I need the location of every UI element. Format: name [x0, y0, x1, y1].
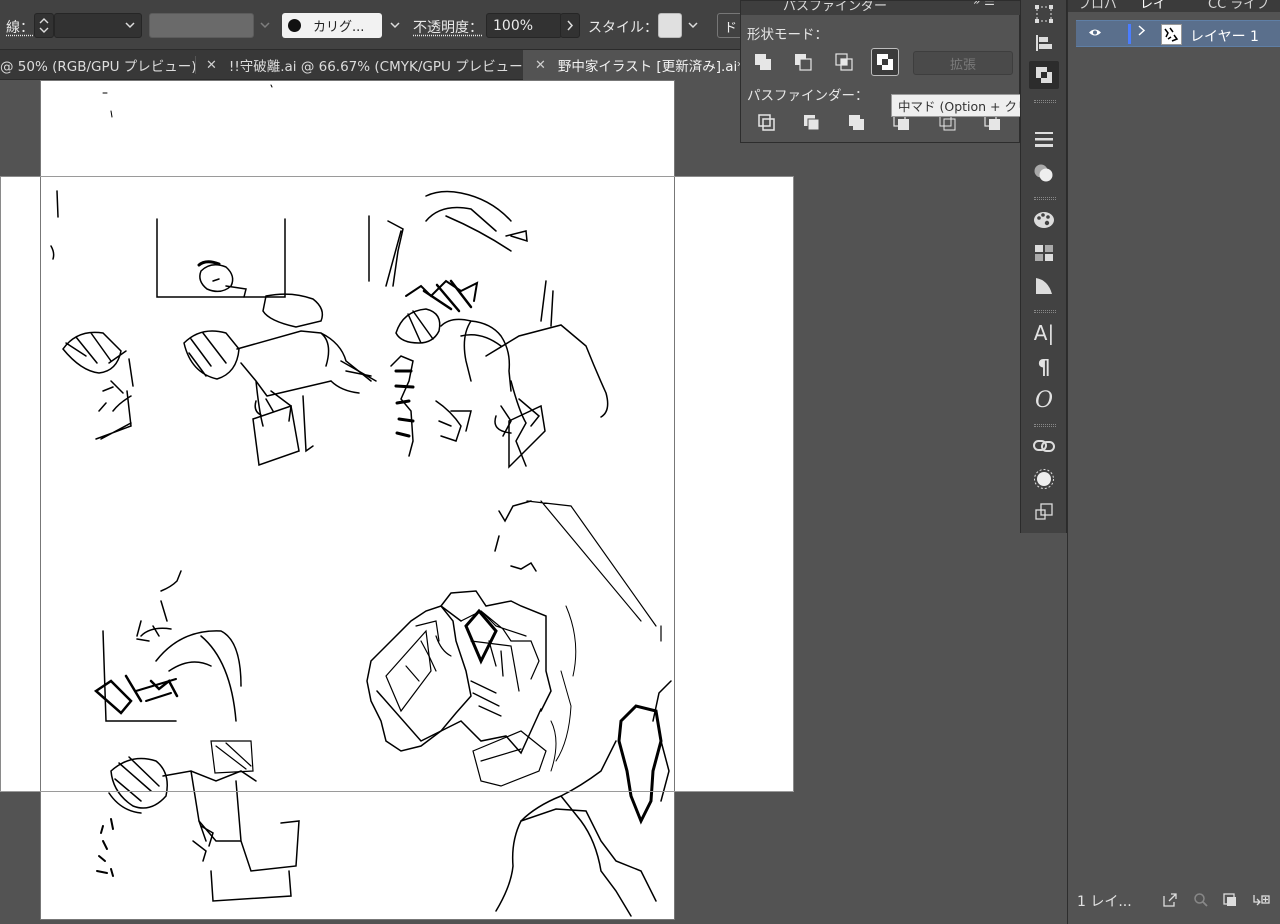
tab-document-1[interactable]: @ 50% (RGB/GPU プレビュー): [0, 50, 195, 80]
swatches-icon[interactable]: [1029, 239, 1059, 267]
layers-footer: 1 レイ...: [1068, 886, 1280, 916]
dock-grip[interactable]: [1034, 424, 1056, 427]
transparency-icon[interactable]: [1029, 159, 1059, 187]
dock-grip[interactable]: [1034, 310, 1056, 313]
tab-label: !!守破離.ai @ 66.67% (CMYK/GPU プレビュー): [229, 55, 528, 75]
expand-button[interactable]: 拡張: [913, 51, 1013, 75]
layer-color-indicator: [1128, 24, 1131, 44]
opentype-icon[interactable]: O: [1029, 386, 1059, 414]
pathfinder-icon[interactable]: [1029, 61, 1059, 89]
dock-grip[interactable]: [1034, 100, 1056, 103]
align-icon[interactable]: [1029, 29, 1059, 57]
minus-front-button[interactable]: [789, 48, 817, 76]
merge-button[interactable]: [843, 109, 871, 137]
appearance-icon[interactable]: [1029, 465, 1059, 493]
make-clipping-mask-icon[interactable]: [1222, 892, 1240, 908]
brush-dot-icon: [288, 19, 301, 32]
trim-button[interactable]: [798, 109, 826, 137]
shape-modes-label: 形状モード：: [747, 23, 828, 43]
sketch-artwork: [41, 81, 675, 920]
chevron-down-icon[interactable]: [120, 13, 140, 38]
export-icon[interactable]: [1162, 892, 1180, 908]
chevron-right-icon[interactable]: [1138, 25, 1146, 40]
close-icon[interactable]: ✕: [206, 58, 217, 73]
links-icon[interactable]: [1029, 432, 1059, 460]
tab-label: 野中家イラスト [更新済み].ai* @: [558, 55, 762, 75]
dock-grip[interactable]: [1034, 197, 1056, 200]
layer-thumbnail: [1161, 24, 1182, 45]
search-icon[interactable]: [1193, 892, 1211, 908]
stroke-label[interactable]: 線：: [6, 17, 34, 37]
tab-layers[interactable]: レイ: [1140, 0, 1166, 12]
opacity-value: 100%: [493, 18, 533, 34]
layer-row[interactable]: レイヤー 1: [1076, 20, 1280, 47]
brush-definition[interactable]: カリグ...: [282, 13, 382, 38]
style-label: スタイル：: [588, 17, 658, 37]
character-icon[interactable]: A|: [1029, 319, 1059, 347]
paragraph-icon[interactable]: ¶: [1029, 353, 1059, 381]
tab-label: @ 50% (RGB/GPU プレビュー): [0, 55, 197, 75]
artboard-guide: [40, 176, 675, 177]
document-tabs: @ 50% (RGB/GPU プレビュー) ✕ !!守破離.ai @ 66.67…: [0, 50, 740, 80]
layer-count: 1 レイ...: [1077, 891, 1132, 911]
close-icon[interactable]: ✕: [535, 58, 546, 73]
exclude-button[interactable]: [871, 48, 899, 76]
tab-document-3[interactable]: ✕ 野中家イラスト [更新済み].ai* @: [523, 50, 740, 80]
new-sublayer-icon[interactable]: [1252, 892, 1270, 908]
intersect-button[interactable]: [830, 48, 858, 76]
chevron-down-icon[interactable]: [385, 13, 405, 38]
stroke-icon[interactable]: [1029, 125, 1059, 153]
opacity-label[interactable]: 不透明度：: [413, 17, 483, 37]
artboards-icon[interactable]: [1029, 498, 1059, 526]
pathfinder-tab[interactable]: パスファインダー: [783, 1, 887, 14]
graphic-style-swatch[interactable]: [658, 13, 682, 38]
stroke-weight-stepper[interactable]: [34, 13, 54, 38]
variable-width-profile[interactable]: [149, 13, 254, 38]
layers-panel: プロパ レイ CC ライブ レイヤー 1 1 レイ...: [1067, 0, 1280, 924]
pathfinders-label: パスファインダー：: [747, 84, 869, 104]
opacity-expand-button[interactable]: [560, 13, 580, 38]
panel-dock: A| ¶ O: [1020, 0, 1067, 533]
color-guide-icon[interactable]: [1029, 206, 1059, 234]
tab-document-2[interactable]: ✕ !!守破離.ai @ 66.67% (CMYK/GPU プレビュー): [196, 50, 522, 80]
layers-tab-strip: プロパ レイ CC ライブ: [1068, 0, 1280, 12]
opacity-input[interactable]: 100%: [486, 13, 562, 38]
chevron-down-icon[interactable]: [255, 13, 275, 38]
tab-cc-libraries[interactable]: CC ライブ: [1208, 0, 1269, 12]
pathfinder-panel: パスファインダー » ☰ 形状モード： 拡張 パスファインダー：: [740, 0, 1020, 143]
document-setup-label: ド: [724, 21, 737, 36]
chevron-down-icon[interactable]: [683, 13, 703, 38]
divide-button[interactable]: [753, 109, 781, 137]
artboard-main[interactable]: [40, 80, 675, 920]
brush-name: カリグ...: [313, 16, 364, 35]
panel-menu-icon[interactable]: » ☰: [973, 1, 995, 8]
gradient-icon[interactable]: [1029, 272, 1059, 300]
layer-name[interactable]: レイヤー 1: [1190, 26, 1259, 46]
visibility-eye-icon[interactable]: [1088, 26, 1102, 40]
unite-button[interactable]: [749, 48, 777, 76]
tab-properties[interactable]: プロパ: [1078, 0, 1117, 12]
panel-tab-strip: パスファインダー » ☰: [741, 1, 1021, 15]
artboard-guide: [0, 791, 794, 792]
transform-icon[interactable]: [1029, 0, 1059, 28]
